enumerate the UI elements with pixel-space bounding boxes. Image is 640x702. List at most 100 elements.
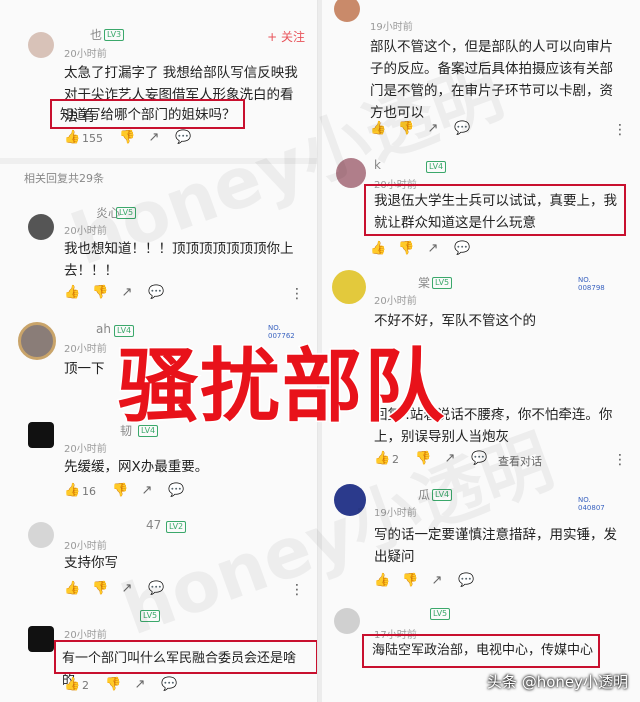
dislike-icon[interactable]: 👎 <box>402 574 418 588</box>
comment-icon[interactable]: 💬 <box>161 678 177 692</box>
like-icon[interactable]: 👍 <box>64 131 80 145</box>
like-icon[interactable]: 👍 <box>370 242 386 256</box>
username[interactable]: 47 <box>146 518 161 532</box>
share-icon[interactable]: ↗ <box>430 574 444 588</box>
like-count: 2 <box>392 452 399 466</box>
comment-icon[interactable]: 💬 <box>168 484 184 498</box>
view-conversation-link[interactable]: 查看对话 <box>498 453 542 469</box>
timestamp: 19小时前 <box>374 508 417 519</box>
related-replies-count[interactable]: 相关回复共29条 <box>24 170 104 186</box>
like-icon[interactable]: 👍 <box>64 678 80 692</box>
highlight-box <box>54 640 317 674</box>
comment-icon[interactable]: 💬 <box>454 242 470 256</box>
comment-text: 我也想知道！！！顶顶顶顶顶顶顶你上去！！！ <box>64 241 294 279</box>
dislike-icon[interactable]: 👎 <box>112 484 128 498</box>
highlight-box <box>364 184 626 236</box>
avatar[interactable] <box>28 422 54 448</box>
avatar[interactable] <box>28 522 54 548</box>
avatar[interactable] <box>334 484 366 516</box>
avatar[interactable] <box>28 214 54 240</box>
timestamp: 20小时前 <box>64 49 107 60</box>
avatar[interactable] <box>18 322 56 360</box>
comment-icon[interactable]: 💬 <box>148 286 164 300</box>
like-icon[interactable]: 👍 <box>374 452 390 466</box>
comment-5: 47 LV2 20小时前 支持你写 👍 👎 ↗ 💬 ⋮ <box>0 510 317 600</box>
share-icon[interactable]: ↗ <box>147 131 161 145</box>
dislike-icon[interactable]: 👎 <box>398 122 414 136</box>
share-icon[interactable]: ↗ <box>120 286 134 300</box>
timestamp: 19小时前 <box>370 22 413 33</box>
share-icon[interactable]: ↗ <box>426 122 440 136</box>
timestamp: 20小时前 <box>64 541 107 552</box>
username[interactable]: ah <box>96 322 111 336</box>
action-bar: 👍 👎 ↗ 💬 <box>370 122 482 136</box>
username[interactable]: 瓜 <box>418 486 430 503</box>
share-icon[interactable]: ↗ <box>426 242 440 256</box>
comment-6: LV5 20小时前 有一个部门叫什么军民融合委员会还是啥的 👍 2 👎 ↗ 💬 <box>0 600 317 702</box>
timestamp: 20小时前 <box>64 226 107 237</box>
separator <box>0 158 317 164</box>
more-icon[interactable]: ⋮ <box>290 286 304 302</box>
action-bar: 👍 👎 ↗ 💬 <box>370 242 482 256</box>
avatar[interactable] <box>332 270 366 304</box>
level-badge: LV3 <box>104 29 125 41</box>
level-badge: LV5 <box>140 610 161 622</box>
comment-icon[interactable]: 💬 <box>454 122 470 136</box>
timestamp: 20小时前 <box>64 444 107 455</box>
follow-button[interactable]: + 关注 <box>267 28 305 45</box>
action-bar: 👍 👎 ↗ 💬 <box>64 582 176 596</box>
like-icon[interactable]: 👍 <box>64 582 80 596</box>
like-icon[interactable]: 👍 <box>374 574 390 588</box>
highlight-box <box>362 634 600 668</box>
share-icon[interactable]: ↗ <box>443 452 457 466</box>
dislike-icon[interactable]: 👎 <box>92 582 108 596</box>
highlight-box <box>50 99 245 129</box>
comment-2: 炎心 LV5 20小时前 我也想知道！！！顶顶顶顶顶顶顶你上去！！！ 👍 👎 ↗… <box>0 190 317 305</box>
timestamp: 20小时前 <box>64 344 107 355</box>
nft-badge: NO. 040807 <box>578 496 605 512</box>
dislike-icon[interactable]: 👎 <box>398 242 414 256</box>
action-bar: 👍 155 👎 ↗ 💬 <box>64 131 203 145</box>
level-badge: LV5 <box>432 277 453 289</box>
like-icon[interactable]: 👍 <box>370 122 386 136</box>
dislike-icon[interactable]: 👎 <box>415 452 431 466</box>
comment-icon[interactable]: 💬 <box>175 131 191 145</box>
avatar[interactable] <box>334 0 360 22</box>
overlay-title: 骚扰部队 <box>117 339 446 435</box>
action-bar: 👍 16 👎 ↗ 💬 <box>64 484 196 498</box>
like-icon[interactable]: 👍 <box>64 484 80 498</box>
username[interactable]: 棠 <box>418 274 430 291</box>
avatar[interactable] <box>28 626 54 652</box>
avatar[interactable] <box>336 158 366 188</box>
action-bar: 👍 👎 ↗ 💬 <box>374 574 486 588</box>
level-badge: LV5 <box>116 207 137 219</box>
comment-1: 也 LV3 + 关注 20小时前 太急了打漏字了 我想给部队写信反映我对于尖诈艺… <box>0 0 317 150</box>
action-bar: 👍 2 👎 ↗ 💬 <box>64 678 189 692</box>
like-count: 16 <box>82 484 96 498</box>
dislike-icon[interactable]: 👎 <box>119 131 135 145</box>
username[interactable]: k <box>374 158 381 172</box>
like-icon[interactable]: 👍 <box>64 286 80 300</box>
more-icon[interactable]: ⋮ <box>613 452 627 468</box>
share-icon[interactable]: ↗ <box>120 582 134 596</box>
comment-r5: 瓜 LV4 NO. 040807 19小时前 写的话一定要谨慎注意措辞，用实锤，发… <box>322 478 640 590</box>
dislike-icon[interactable]: 👎 <box>105 678 121 692</box>
dislike-icon[interactable]: 👎 <box>92 286 108 300</box>
comment-r2: k LV4 20小时前 我退伍大学生士兵可以试试，真要上，我就让群众知道这是什么… <box>322 150 640 262</box>
username[interactable]: 也 <box>90 26 102 43</box>
more-icon[interactable]: ⋮ <box>613 122 627 138</box>
avatar[interactable] <box>28 32 54 58</box>
timestamp: 20小时前 <box>64 630 107 641</box>
share-icon[interactable]: ↗ <box>140 484 154 498</box>
comment-icon[interactable]: 💬 <box>471 452 487 466</box>
level-badge: LV4 <box>426 161 447 173</box>
comment-icon[interactable]: 💬 <box>148 582 164 596</box>
avatar[interactable] <box>334 608 360 634</box>
action-bar: 👍 2 👎 ↗ 💬 <box>374 452 499 466</box>
comment-text: 先缓缓，网X办最重要。 <box>64 459 209 475</box>
like-count: 155 <box>82 131 103 145</box>
author-watermark: 头条 @honey小透明 <box>486 673 628 691</box>
more-icon[interactable]: ⋮ <box>290 582 304 598</box>
share-icon[interactable]: ↗ <box>133 678 147 692</box>
comment-icon[interactable]: 💬 <box>458 574 474 588</box>
